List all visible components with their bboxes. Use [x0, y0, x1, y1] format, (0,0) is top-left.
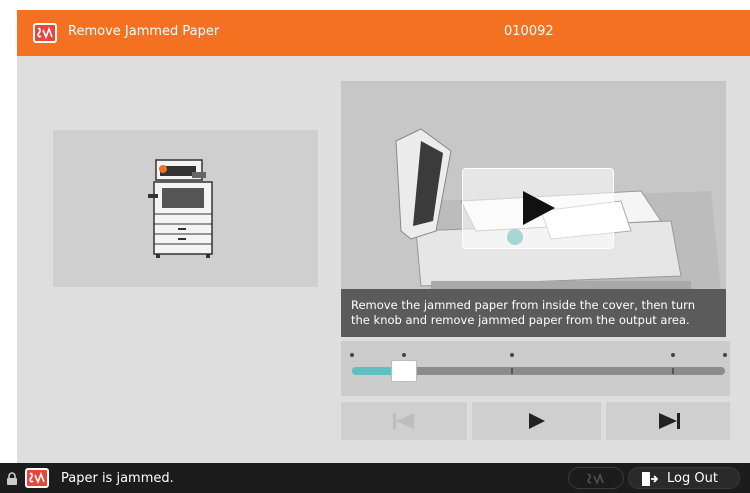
error-code: 010092	[504, 24, 554, 39]
lock-icon	[7, 472, 17, 485]
logout-label: Log Out	[667, 471, 718, 486]
timeline-chapter-dot	[350, 353, 354, 357]
play-overlay-button[interactable]	[462, 168, 614, 249]
error-status-icon	[33, 23, 57, 43]
instruction-caption: Remove the jammed paper from inside the …	[341, 289, 726, 337]
play-button[interactable]	[472, 402, 601, 440]
play-icon	[523, 191, 555, 225]
printer-icon	[148, 159, 213, 258]
timeline-chapter-dot	[671, 353, 675, 357]
logout-icon	[642, 472, 658, 486]
timeline-chapter-dot	[402, 353, 406, 357]
timeline-chapter-dot	[510, 353, 514, 357]
playback-controls	[341, 402, 730, 440]
play-icon	[529, 413, 545, 429]
device-location-panel	[53, 130, 318, 287]
title-bar: Remove Jammed Paper 010092	[17, 10, 750, 56]
caption-line-1: Remove the jammed paper from inside the …	[351, 298, 695, 312]
timeline-chapter-dot	[723, 353, 727, 357]
skip-previous-icon	[393, 413, 414, 429]
timeline-chapter-tick	[672, 368, 674, 374]
timeline-chapter-tick	[511, 368, 513, 374]
error-status-icon	[587, 473, 604, 485]
logout-button[interactable]: Log Out	[628, 467, 740, 489]
instruction-video[interactable]: Remove the jammed paper from inside the …	[341, 81, 726, 337]
page-title: Remove Jammed Paper	[68, 24, 220, 39]
previous-button[interactable]	[341, 402, 467, 440]
skip-next-icon	[659, 413, 680, 429]
error-status-icon[interactable]	[25, 468, 49, 488]
status-bar: Paper is jammed. Log Out	[0, 463, 750, 493]
timeline-scrubber-handle[interactable]	[391, 360, 417, 382]
caption-line-2: the knob and remove jammed paper from th…	[351, 313, 690, 327]
app-window: Remove Jammed Paper 010092 Remove the ja…	[17, 10, 750, 463]
video-timeline[interactable]	[341, 341, 730, 396]
status-message: Paper is jammed.	[61, 471, 174, 486]
status-monitor-button[interactable]	[568, 467, 624, 489]
next-button[interactable]	[606, 402, 730, 440]
